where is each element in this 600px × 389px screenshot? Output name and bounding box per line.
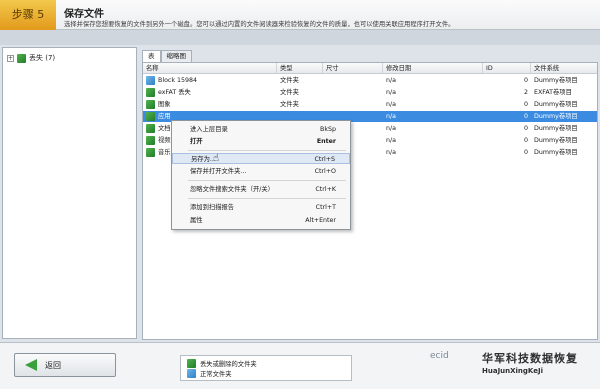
- menu-item-properties[interactable]: 属性 Alt+Enter: [172, 215, 350, 226]
- back-button-label: 返回: [45, 360, 61, 370]
- menu-item-add-to-report[interactable]: 添加到扫描报告 Ctrl+T: [172, 202, 350, 213]
- view-tabs: 表 缩略图: [142, 50, 192, 62]
- step-header: 步骤 5 保存文件 选择并保存您想要恢复的文件到另外一个磁盘。您可以通过内置的文…: [0, 0, 600, 30]
- tab-table[interactable]: 表: [142, 50, 161, 62]
- folder-icon: [146, 112, 155, 121]
- menu-separator: [188, 150, 346, 151]
- folder-icon: [187, 358, 196, 368]
- menu-item-ignore-folder[interactable]: 忽略文件搜索文件夹（开/关） Ctrl+K: [172, 184, 350, 195]
- folder-icon: [187, 368, 196, 378]
- folder-tree: + 丢失 (7): [2, 47, 137, 339]
- menu-item-save-and-open[interactable]: 保存并打开文件夹... Ctrl+O: [172, 166, 350, 177]
- step-badge: 步骤 5: [0, 0, 56, 30]
- menu-item-parent-folder[interactable]: 进入上层目录 BkSp: [172, 124, 350, 135]
- tree-item-lost[interactable]: + 丢失 (7): [7, 53, 55, 63]
- folder-legend: 丢失或删除的文件夹 正常文件夹: [180, 355, 352, 381]
- watermark-text: 华军科技数据恢复: [482, 352, 578, 365]
- folder-icon: [146, 88, 155, 97]
- column-type[interactable]: 类型: [277, 63, 323, 73]
- column-date[interactable]: 修改日期: [383, 63, 483, 73]
- menu-item-open[interactable]: 打开 Enter: [172, 136, 350, 147]
- back-button[interactable]: 返回: [14, 353, 116, 377]
- expand-icon[interactable]: +: [7, 54, 14, 62]
- menu-separator: [188, 180, 346, 181]
- arrow-left-icon: [25, 359, 37, 371]
- column-id[interactable]: ID: [483, 63, 531, 73]
- legend-item: 丢失或删除的文件夹: [187, 358, 345, 368]
- table-header: 名称 类型 尺寸 修改日期 ID 文件系统: [143, 63, 597, 74]
- mouse-cursor-icon: ☝: [213, 153, 220, 164]
- watermark-logo: ecid: [430, 351, 449, 361]
- menu-item-save-as[interactable]: 另存为... Ctrl+S: [172, 153, 350, 164]
- folder-icon: [146, 136, 155, 145]
- folder-icon: [146, 76, 155, 85]
- page-description: 选择并保存您想要恢复的文件到另外一个磁盘。您可以通过内置的文件阅读器来检验恢复的…: [64, 21, 455, 28]
- column-filesystem[interactable]: 文件系统: [531, 63, 597, 73]
- folder-icon: [146, 124, 155, 133]
- legend-item: 正常文件夹: [187, 368, 345, 378]
- context-menu: 进入上层目录 BkSp 打开 Enter 另存为... Ctrl+S 保存并打开文件夹…: [171, 120, 351, 230]
- menu-separator: [188, 198, 346, 199]
- page-title: 保存文件: [64, 9, 104, 20]
- table-row[interactable]: exFAT 丢失 文件夹 n/a 2 EXFAT卷项目: [143, 87, 597, 98]
- table-row[interactable]: 图象 文件夹 n/a 0 Dummy卷项目: [143, 99, 597, 110]
- folder-icon: [17, 53, 26, 63]
- folder-icon: [146, 148, 155, 157]
- table-row[interactable]: Block 15984 文件夹 n/a 0 Dummy卷项目: [143, 75, 597, 86]
- column-size[interactable]: 尺寸: [323, 63, 383, 73]
- watermark-subtext: HuaJunXingKeJi: [482, 367, 543, 375]
- folder-icon: [146, 100, 155, 109]
- tab-thumbnails[interactable]: 缩略图: [160, 50, 192, 62]
- column-name[interactable]: 名称: [143, 63, 277, 73]
- tree-item-label: 丢失 (7): [29, 54, 56, 62]
